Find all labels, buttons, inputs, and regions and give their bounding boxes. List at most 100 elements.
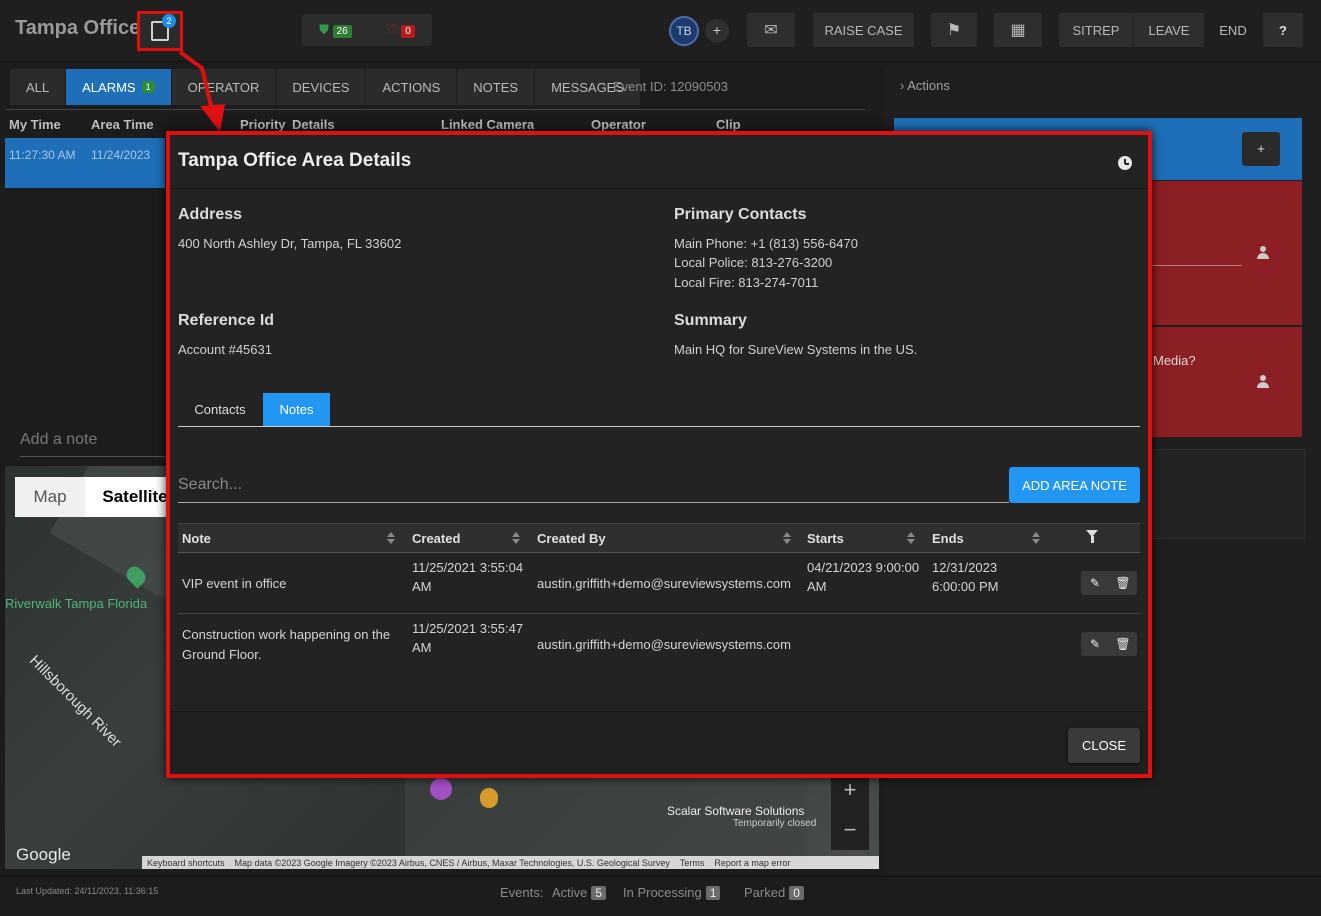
note-created-by: austin.griffith+demo@sureviewsystems.com [537, 576, 791, 591]
shield-status[interactable]: ⛊ 26 [319, 22, 352, 38]
search-underline [178, 502, 1009, 503]
tab-label: ALL [26, 79, 50, 95]
col-ends[interactable]: Ends [932, 531, 964, 546]
alarm-row[interactable] [5, 138, 165, 188]
tab-notes[interactable]: NOTES [457, 69, 536, 105]
user-avatar[interactable]: TB [669, 16, 699, 46]
poi-purple-icon [430, 778, 452, 800]
poi-scalar[interactable]: Scalar Software Solutions [667, 804, 804, 818]
leave-button[interactable]: LEAVE [1134, 13, 1204, 47]
sort-icon[interactable] [512, 532, 520, 544]
sort-icon[interactable] [783, 532, 791, 544]
add-user-button[interactable]: + [705, 19, 729, 43]
alarm-area-time: 11/24/2023 [91, 148, 151, 162]
primary-contacts-heading: Primary Contacts [674, 206, 807, 223]
trash-icon[interactable]: 🗑 [1109, 632, 1137, 656]
end-button[interactable]: END [1206, 13, 1260, 47]
grid-button[interactable]: ▦ [994, 13, 1042, 47]
tab-actions[interactable]: ACTIONS [366, 69, 458, 105]
map-attribution: Keyboard shortcuts Map data ©2023 Google… [142, 856, 879, 869]
tab-notes-active[interactable]: Notes [263, 393, 330, 426]
actions-title: Actions [907, 78, 950, 93]
notes-search-input[interactable]: Search... [178, 476, 242, 494]
col-created[interactable]: Created [412, 531, 460, 546]
tab-label: NOTES [473, 79, 519, 95]
processing-label: In Processing [623, 885, 702, 900]
heart-count: 0 [401, 25, 415, 38]
grid-icon: ▦ [1010, 22, 1026, 39]
notes-count-badge: 2 [162, 14, 176, 28]
filter-icon[interactable] [1086, 530, 1098, 544]
map-type-toggle: Map Satellite [15, 477, 185, 517]
sort-icon[interactable] [1032, 532, 1040, 544]
summary-heading: Summary [674, 312, 747, 329]
modal-title: Tampa Office Area Details [178, 150, 412, 171]
col-created-by[interactable]: Created By [537, 531, 606, 546]
input-underline [20, 456, 165, 457]
tab-devices[interactable]: DEVICES [276, 69, 367, 105]
col-area-time[interactable]: Area Time [91, 117, 154, 132]
tab-contacts[interactable]: Contacts [178, 393, 262, 426]
edit-icon[interactable]: ✎ [1081, 632, 1109, 656]
address-value: 400 North Ashley Dr, Tampa, FL 33602 [178, 236, 402, 251]
active-filter[interactable]: Active 5 [552, 885, 607, 900]
note-created: 11/25/2021 3:55:04 [412, 560, 524, 575]
col-note[interactable]: Note [182, 531, 211, 546]
annotation-arrow [178, 50, 225, 132]
chevron-right-icon: › [900, 78, 905, 93]
zoom-in-button[interactable]: + [844, 777, 857, 803]
report-error-link[interactable]: Report a map error [714, 858, 790, 868]
sitrep-button[interactable]: SITREP [1059, 13, 1133, 47]
heart-status[interactable]: ♡ 0 [386, 22, 415, 38]
processing-filter[interactable]: In Processing 1 [623, 885, 721, 900]
trash-icon[interactable]: 🗑 [1109, 571, 1137, 595]
note-created-ampm: AM [412, 579, 432, 594]
heart-icon: ♡ [385, 22, 398, 37]
col-linked-camera[interactable]: Linked Camera [441, 117, 534, 132]
row-actions: ✎ 🗑 [1081, 571, 1137, 595]
poi-riverwalk[interactable]: Riverwalk Tampa Florida [5, 596, 147, 611]
flag-icon: ⚑ [946, 22, 962, 39]
actions-header[interactable]: › Actions [900, 78, 950, 93]
person-icon [1257, 375, 1269, 389]
sort-icon[interactable] [387, 532, 395, 544]
raise-case-button[interactable]: RAISE CASE [813, 13, 914, 47]
close-button[interactable]: CLOSE [1068, 728, 1140, 763]
col-details[interactable]: Details [292, 117, 335, 132]
note-starts: 04/21/2023 9:00:00 [807, 560, 920, 575]
divider [5, 109, 865, 110]
tab-all[interactable]: ALL [10, 69, 67, 105]
col-priority[interactable]: Priority [240, 117, 286, 132]
col-my-time[interactable]: My Time [9, 117, 61, 132]
col-starts[interactable]: Starts [807, 531, 844, 546]
notes-table-header [178, 523, 1140, 553]
keyboard-shortcuts-link[interactable]: Keyboard shortcuts [147, 858, 225, 868]
col-clip[interactable]: Clip [716, 117, 741, 132]
zoom-out-button[interactable]: − [844, 817, 857, 843]
col-operator[interactable]: Operator [591, 117, 646, 132]
history-clock-icon[interactable] [1118, 156, 1132, 170]
shield-count: 26 [332, 25, 352, 38]
note-created-ampm: AM [412, 640, 432, 655]
add-note-input[interactable]: Add a note [20, 431, 97, 449]
help-button[interactable]: ? [1263, 13, 1303, 47]
sort-icon[interactable] [907, 532, 915, 544]
add-action-button[interactable]: + [1242, 132, 1280, 166]
add-area-note-button[interactable]: ADD AREA NOTE [1009, 467, 1140, 503]
map-button[interactable]: Map [15, 477, 85, 517]
message-button[interactable]: ✉ [747, 13, 795, 47]
row-actions: ✎ 🗑 [1081, 632, 1137, 656]
note-text-cont: Ground Floor. [182, 647, 262, 662]
tab-underline [178, 426, 1140, 427]
summary-value: Main HQ for SureView Systems in the US. [674, 342, 918, 357]
note-text: VIP event in office [182, 576, 287, 591]
terms-link[interactable]: Terms [680, 858, 705, 868]
status-counts[interactable]: ⛊ 26 ♡ 0 [302, 14, 432, 46]
flag-button[interactable]: ⚑ [931, 13, 977, 47]
edit-icon[interactable]: ✎ [1081, 571, 1109, 595]
parked-filter[interactable]: Parked 0 [744, 885, 804, 900]
parked-label: Parked [744, 885, 786, 900]
active-count: 5 [591, 885, 607, 900]
restaurant-icon [480, 788, 498, 808]
parked-count: 0 [789, 885, 804, 900]
